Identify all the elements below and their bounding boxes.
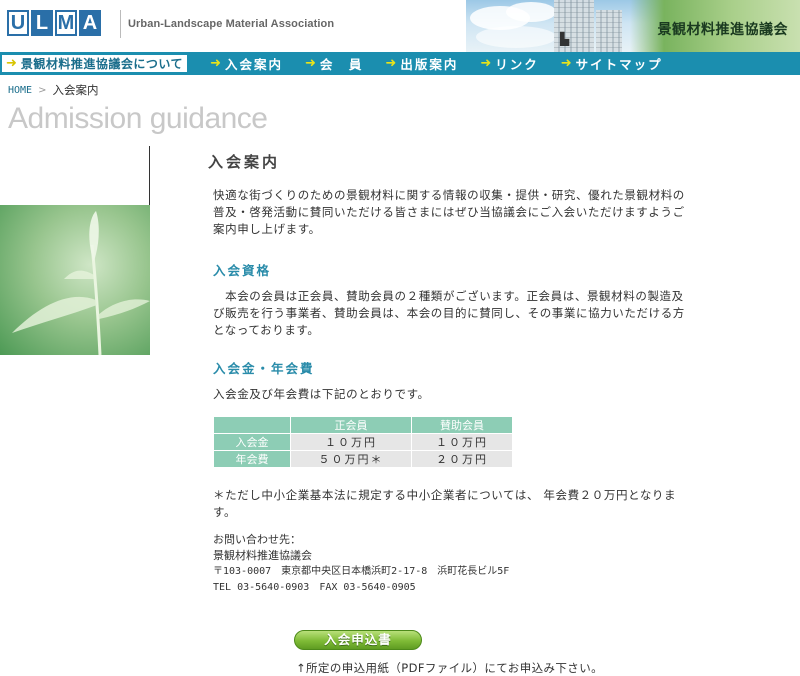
nav-item-label: リンク bbox=[495, 57, 539, 72]
fees-note: ＊ただし中小企業基本法に規定する中小企業者については、 年会費２０万円となりま … bbox=[213, 487, 676, 521]
nav-item-about[interactable]: ➜ 景観材料推進協議会について bbox=[1, 54, 189, 73]
qualification-paragraph: 本会の会員は正会員、賛助会員の２種類がございます。正会員は、景観材料の製造及 び… bbox=[213, 288, 685, 339]
arrow-right-icon: ➜ bbox=[210, 56, 221, 71]
page-heading-english: Admission guidance bbox=[8, 102, 268, 135]
nav-item-label: 会 員 bbox=[319, 57, 364, 72]
table-corner-cell bbox=[214, 417, 290, 433]
contact-org: 景観材料推進協議会 bbox=[213, 549, 312, 562]
table-cell: １０万円 bbox=[291, 434, 411, 450]
nav-item-label: 景観材料推進協議会について bbox=[20, 57, 184, 71]
logo-divider bbox=[120, 10, 121, 38]
logo-subtitle: Urban-Landscape Material Association bbox=[128, 18, 335, 30]
plant-sprout-image bbox=[0, 205, 150, 355]
intro-line: 快適な街づくりのための景観材料に関する情報の収集・提供・研究、優れた景観材料の bbox=[213, 188, 685, 202]
table-cell: １０万円 bbox=[412, 434, 512, 450]
qualification-line: び販売を行う事業者、賛助会員は、本会の目的に賛同し、その事業に協力いただける方 bbox=[213, 306, 685, 320]
arrow-right-icon: ➜ bbox=[385, 56, 397, 71]
breadcrumb-current: 入会案内 bbox=[52, 83, 99, 97]
table-cell: ２０万円 bbox=[412, 451, 512, 467]
contact-label: お問い合わせ先： bbox=[213, 533, 301, 546]
table-row: 年会費 ５０万円＊ ２０万円 bbox=[214, 451, 512, 467]
breadcrumb-home-link[interactable]: HOME bbox=[8, 85, 32, 96]
row-header: 年会費 bbox=[214, 451, 290, 467]
logo-letter: L bbox=[31, 10, 53, 36]
intro-paragraph: 快適な街づくりのための景観材料に関する情報の収集・提供・研究、優れた景観材料の … bbox=[213, 187, 685, 238]
qualification-heading: 入会資格 bbox=[213, 263, 272, 278]
main-nav: ➜ 景観材料推進協議会について ➜ 入会案内 ➜ 会 員 ➜ 出版案内 ➜ リン… bbox=[0, 52, 800, 75]
table-header-row: 正会員 賛助会員 bbox=[214, 417, 512, 433]
site-title: 景観材料推進協議会 bbox=[657, 22, 788, 38]
contact-address: 〒103-0007 東京都中央区日本橋浜町2-17-8 浜町花長ビル5F bbox=[213, 566, 510, 577]
logo-letter: U bbox=[7, 10, 29, 36]
contact-block: お問い合わせ先： 景観材料推進協議会 〒103-0007 東京都中央区日本橋浜町… bbox=[213, 532, 509, 596]
column-header-supporting: 賛助会員 bbox=[412, 417, 512, 433]
fees-note-line: す。 bbox=[213, 505, 237, 519]
arrow-right-icon: ➜ bbox=[560, 56, 572, 71]
logo-letter: A bbox=[79, 10, 101, 36]
arrow-right-icon: ➜ bbox=[6, 56, 17, 71]
intro-line: 普及・啓発活動に賛同いただける皆さまにはぜひ当協議会にご入会いただけますようご bbox=[213, 205, 685, 219]
nav-item-label: 入会案内 bbox=[224, 57, 283, 72]
column-header-regular: 正会員 bbox=[291, 417, 411, 433]
breadcrumb-separator: > bbox=[38, 84, 47, 96]
nav-item-label: サイトマップ bbox=[575, 57, 663, 72]
table-row: 入会金 １０万円 １０万円 bbox=[214, 434, 512, 450]
breadcrumb: HOME > 入会案内 bbox=[8, 82, 98, 98]
logo-letter: M bbox=[55, 10, 77, 36]
nav-item-publications[interactable]: ➜ 出版案内 bbox=[385, 54, 458, 73]
site-header: U L M A Urban-Landscape Material Associa… bbox=[0, 0, 800, 52]
nav-item-label: 出版案内 bbox=[400, 57, 459, 72]
header-cityscape-image: ▙ 景観材料推進協議会 bbox=[466, 0, 800, 52]
nav-item-sitemap[interactable]: ➜ サイトマップ bbox=[561, 54, 663, 73]
nav-item-members[interactable]: ➜ 会 員 bbox=[305, 54, 363, 73]
fees-heading: 入会金・年会費 bbox=[213, 361, 315, 376]
ulma-logo[interactable]: U L M A bbox=[7, 10, 103, 36]
intro-line: 案内申し上げます。 bbox=[213, 222, 321, 236]
row-header: 入会金 bbox=[214, 434, 290, 450]
qualification-line: 本会の会員は正会員、賛助会員の２種類がございます。正会員は、景観材料の製造及 bbox=[213, 289, 684, 303]
building-icon: ▙ bbox=[560, 32, 570, 46]
nav-item-admission[interactable]: ➜ 入会案内 bbox=[210, 54, 283, 73]
contact-phone: TEL 03-5640-0903 FAX 03-5640-0905 bbox=[213, 582, 416, 593]
table-cell: ５０万円＊ bbox=[291, 451, 411, 467]
fees-note-line: ＊ただし中小企業基本法に規定する中小企業者については、 年会費２０万円となりま bbox=[213, 488, 677, 502]
application-form-button[interactable]: 入会申込書 bbox=[294, 630, 422, 650]
arrow-right-icon: ➜ bbox=[480, 56, 492, 71]
section-title: 入会案内 bbox=[208, 153, 281, 171]
application-note: ↑所定の申込用紙（PDFファイル）にてお申込み下さい。 bbox=[296, 661, 603, 675]
nav-item-links[interactable]: ➜ リンク bbox=[480, 54, 538, 73]
fees-table: 正会員 賛助会員 入会金 １０万円 １０万円 年会費 ５０万円＊ ２０万円 bbox=[213, 416, 513, 468]
fees-intro: 入会金及び年会費は下記のとおりです。 bbox=[213, 387, 430, 401]
qualification-line: となっております。 bbox=[213, 323, 320, 337]
arrow-right-icon: ➜ bbox=[304, 56, 316, 71]
